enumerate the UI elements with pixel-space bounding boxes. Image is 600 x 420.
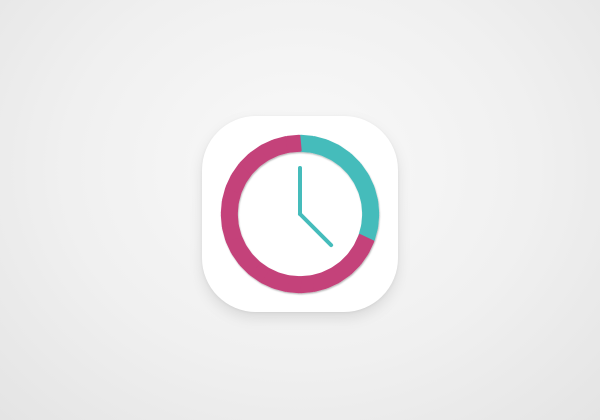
screen: { "app_icon": { "icon": "clock-icon", "t… (0, 0, 600, 420)
clock-app-icon[interactable] (202, 116, 398, 312)
hour-hand (298, 212, 334, 248)
clock-icon (220, 134, 380, 294)
dial-segment-pink (286, 134, 302, 153)
